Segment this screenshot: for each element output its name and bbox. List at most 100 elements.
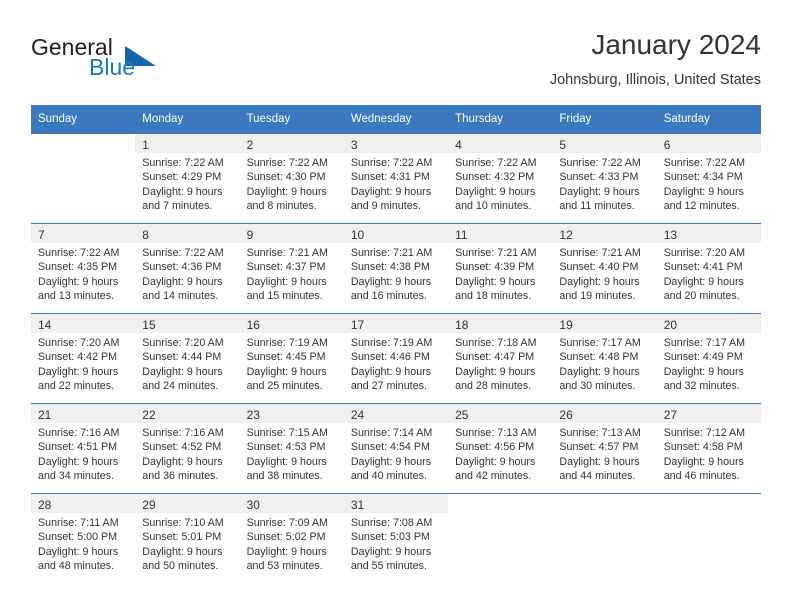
sunrise-time: Sunrise: 7:22 AM bbox=[559, 157, 641, 169]
day-number-band: 2 bbox=[239, 134, 344, 153]
day-cell[interactable]: 29 Sunrise: 7:10 AM Sunset: 5:01 PM Dayligh… bbox=[135, 493, 240, 583]
sunrise-time: Sunrise: 7:13 AM bbox=[455, 427, 537, 439]
day-cell[interactable]: 3 Sunrise: 7:22 AM Sunset: 4:31 PM Daylight… bbox=[343, 133, 449, 224]
sunset-time: Sunset: 4:58 PM bbox=[663, 441, 743, 454]
calendar-week-row: 1 Sunrise: 7:22 AM Sunset: 4:29 PM Daylight… bbox=[31, 133, 761, 224]
day-number-band bbox=[448, 494, 553, 513]
day-number-band: 6 bbox=[656, 134, 761, 153]
day-cell[interactable]: 9 Sunrise: 7:21 AM Sunset: 4:37 PM Daylight… bbox=[239, 223, 344, 314]
day-cell[interactable]: 10 Sunrise: 7:21 AM Sunset: 4:38 PM Dayligh… bbox=[343, 223, 449, 314]
day-cell[interactable]: 8 Sunrise: 7:22 AM Sunset: 4:36 PM Daylight… bbox=[135, 223, 240, 314]
day-cell[interactable]: 18 Sunrise: 7:18 AM Sunset: 4:47 PM Dayligh… bbox=[448, 313, 553, 404]
daylight-duration-line2: and 38 minutes. bbox=[246, 470, 323, 483]
sunset-time: Sunset: 4:31 PM bbox=[350, 171, 430, 184]
day-details: Sunrise: 7:20 AM Sunset: 4:42 PM Daylight:… bbox=[31, 333, 135, 394]
daylight-duration-line2: and 13 minutes. bbox=[38, 290, 115, 303]
day-cell[interactable]: 28 Sunrise: 7:11 AM Sunset: 5:00 PM Dayligh… bbox=[31, 493, 136, 583]
location-subtitle: Johnsburg, Illinois, United States bbox=[549, 72, 761, 88]
day-number-band: 3 bbox=[343, 134, 449, 153]
day-number: 31 bbox=[350, 498, 365, 512]
day-number-band: 13 bbox=[656, 224, 761, 243]
day-number: 4 bbox=[455, 138, 462, 152]
day-details: Sunrise: 7:21 AM Sunset: 4:37 PM Daylight:… bbox=[240, 243, 344, 304]
daylight-duration-line1: Daylight: 9 hours bbox=[559, 275, 640, 288]
daylight-duration-line1: Daylight: 9 hours bbox=[246, 365, 327, 378]
page-header: General Blue January 2024 Johnsburg, Ill… bbox=[31, 28, 761, 100]
sunrise-time: Sunrise: 7:21 AM bbox=[350, 247, 433, 259]
day-cell[interactable]: 5 Sunrise: 7:22 AM Sunset: 4:33 PM Daylight… bbox=[552, 133, 657, 224]
day-details: Sunrise: 7:21 AM Sunset: 4:39 PM Daylight:… bbox=[448, 243, 552, 304]
day-cell[interactable]: 16 Sunrise: 7:19 AM Sunset: 4:45 PM Dayligh… bbox=[239, 313, 344, 404]
day-number-band: 11 bbox=[448, 224, 553, 243]
day-details: Sunrise: 7:17 AM Sunset: 4:49 PM Daylight:… bbox=[657, 333, 761, 394]
day-cell[interactable]: 7 Sunrise: 7:22 AM Sunset: 4:35 PM Daylight… bbox=[31, 223, 136, 314]
day-cell[interactable]: 4 Sunrise: 7:22 AM Sunset: 4:32 PM Daylight… bbox=[448, 133, 553, 224]
day-number: 21 bbox=[38, 408, 52, 422]
daylight-duration-line2: and 27 minutes. bbox=[350, 380, 427, 393]
sunset-time: Sunset: 4:51 PM bbox=[38, 441, 118, 454]
sunrise-time: Sunrise: 7:11 AM bbox=[38, 517, 119, 529]
day-cell[interactable]: 27 Sunrise: 7:12 AM Sunset: 4:58 PM Dayligh… bbox=[656, 403, 761, 494]
day-cell[interactable]: 30 Sunrise: 7:09 AM Sunset: 5:02 PM Dayligh… bbox=[239, 493, 344, 583]
day-number-band: 15 bbox=[135, 314, 240, 333]
weekday-header-sunday: Sunday bbox=[31, 105, 136, 134]
daylight-duration-line2: and 32 minutes. bbox=[663, 380, 740, 393]
day-cell[interactable]: 21 Sunrise: 7:16 AM Sunset: 4:51 PM Dayligh… bbox=[31, 403, 136, 494]
sunrise-time: Sunrise: 7:16 AM bbox=[38, 427, 120, 439]
daylight-duration-line1: Daylight: 9 hours bbox=[455, 365, 536, 378]
day-cell[interactable]: 15 Sunrise: 7:20 AM Sunset: 4:44 PM Dayligh… bbox=[135, 313, 240, 404]
day-cell[interactable]: 1 Sunrise: 7:22 AM Sunset: 4:29 PM Daylight… bbox=[135, 133, 240, 224]
day-number-band: 18 bbox=[448, 314, 553, 333]
day-details: Sunrise: 7:22 AM Sunset: 4:35 PM Daylight:… bbox=[31, 243, 135, 304]
daylight-duration-line1: Daylight: 9 hours bbox=[38, 455, 119, 468]
daylight-duration-line2: and 44 minutes. bbox=[559, 470, 636, 483]
day-cell[interactable]: 20 Sunrise: 7:17 AM Sunset: 4:49 PM Dayligh… bbox=[656, 313, 761, 404]
sunset-time: Sunset: 5:02 PM bbox=[246, 531, 326, 544]
day-details: Sunrise: 7:17 AM Sunset: 4:48 PM Daylight:… bbox=[552, 333, 656, 394]
daylight-duration-line2: and 10 minutes. bbox=[455, 200, 532, 213]
sunrise-time: Sunrise: 7:13 AM bbox=[559, 427, 641, 439]
daylight-duration-line1: Daylight: 9 hours bbox=[663, 455, 744, 468]
day-cell[interactable]: 23 Sunrise: 7:15 AM Sunset: 4:53 PM Dayligh… bbox=[239, 403, 344, 494]
day-cell[interactable]: 22 Sunrise: 7:16 AM Sunset: 4:52 PM Dayligh… bbox=[135, 403, 240, 494]
day-details: Sunrise: 7:19 AM Sunset: 4:46 PM Daylight:… bbox=[344, 333, 448, 394]
daylight-duration-line2: and 14 minutes. bbox=[142, 290, 219, 303]
day-number: 28 bbox=[38, 498, 52, 512]
day-number-band: 23 bbox=[239, 404, 344, 423]
day-cell[interactable]: 24 Sunrise: 7:14 AM Sunset: 4:54 PM Dayligh… bbox=[343, 403, 449, 494]
sunset-time: Sunset: 4:56 PM bbox=[455, 441, 535, 454]
brand-logo[interactable]: General Blue bbox=[31, 34, 241, 92]
daylight-duration-line1: Daylight: 9 hours bbox=[350, 185, 432, 198]
day-cell[interactable]: 26 Sunrise: 7:13 AM Sunset: 4:57 PM Dayligh… bbox=[552, 403, 657, 494]
day-cell[interactable]: 14 Sunrise: 7:20 AM Sunset: 4:42 PM Dayligh… bbox=[31, 313, 136, 404]
sunrise-time: Sunrise: 7:15 AM bbox=[246, 427, 328, 439]
day-cell[interactable]: 17 Sunrise: 7:19 AM Sunset: 4:46 PM Dayligh… bbox=[343, 313, 449, 404]
day-number: 23 bbox=[246, 408, 260, 422]
sunrise-time: Sunrise: 7:22 AM bbox=[38, 247, 120, 259]
day-details: Sunrise: 7:08 AM Sunset: 5:03 PM Daylight:… bbox=[344, 513, 448, 574]
sunset-time: Sunset: 5:00 PM bbox=[38, 531, 118, 544]
day-number: 2 bbox=[246, 138, 254, 152]
day-cell[interactable]: 13 Sunrise: 7:20 AM Sunset: 4:41 PM Dayligh… bbox=[656, 223, 761, 314]
day-cell[interactable]: 12 Sunrise: 7:21 AM Sunset: 4:40 PM Dayligh… bbox=[552, 223, 657, 314]
day-cell[interactable]: 11 Sunrise: 7:21 AM Sunset: 4:39 PM Dayligh… bbox=[448, 223, 553, 314]
day-cell[interactable]: 2 Sunrise: 7:22 AM Sunset: 4:30 PM Daylight… bbox=[239, 133, 344, 224]
day-number: 6 bbox=[663, 138, 671, 152]
daylight-duration-line1: Daylight: 9 hours bbox=[142, 185, 223, 198]
day-number-band: 22 bbox=[135, 404, 240, 423]
day-number-band bbox=[656, 494, 761, 513]
sunrise-time: Sunrise: 7:12 AM bbox=[663, 427, 746, 439]
day-number: 19 bbox=[559, 318, 573, 332]
day-cell[interactable]: 25 Sunrise: 7:13 AM Sunset: 4:56 PM Dayligh… bbox=[448, 403, 553, 494]
day-number: 24 bbox=[350, 408, 365, 422]
day-cell-empty bbox=[31, 133, 136, 224]
daylight-duration-line2: and 9 minutes. bbox=[350, 200, 421, 213]
day-cell[interactable]: 6 Sunrise: 7:22 AM Sunset: 4:34 PM Daylight… bbox=[656, 133, 761, 224]
day-cell-empty bbox=[552, 493, 657, 583]
daylight-duration-line1: Daylight: 9 hours bbox=[142, 365, 223, 378]
day-number-band: 25 bbox=[448, 404, 553, 423]
day-cell[interactable]: 19 Sunrise: 7:17 AM Sunset: 4:48 PM Dayligh… bbox=[552, 313, 657, 404]
day-cell[interactable]: 31 Sunrise: 7:08 AM Sunset: 5:03 PM Dayligh… bbox=[343, 493, 449, 583]
day-number-band: 31 bbox=[343, 494, 449, 513]
sunset-time: Sunset: 4:57 PM bbox=[559, 441, 639, 454]
